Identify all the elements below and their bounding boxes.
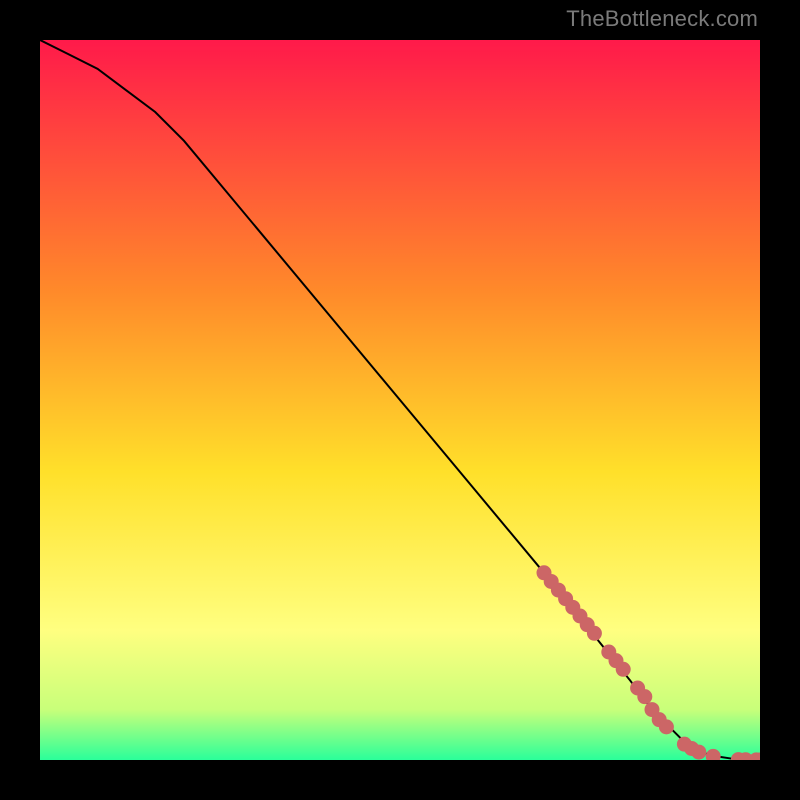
data-point [587, 626, 602, 641]
data-point [691, 745, 706, 760]
plot-area [40, 40, 760, 760]
data-point [637, 689, 652, 704]
attribution-label: TheBottleneck.com [566, 6, 758, 32]
plot-svg [40, 40, 760, 760]
chart-frame: TheBottleneck.com [0, 0, 800, 800]
data-point [659, 719, 674, 734]
data-point [616, 662, 631, 677]
